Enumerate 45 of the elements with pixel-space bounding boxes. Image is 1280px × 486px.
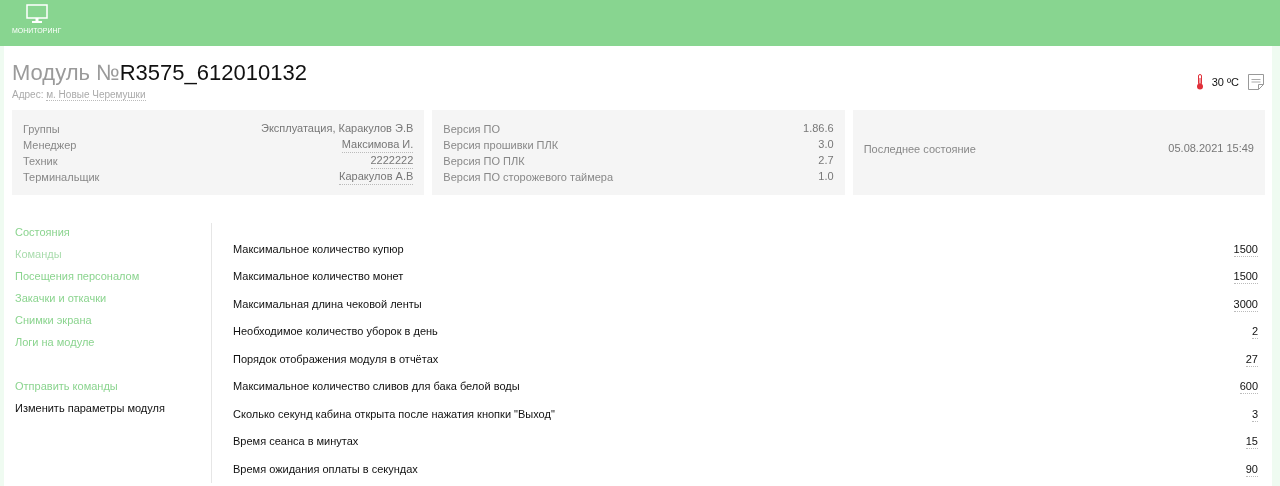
editable-value[interactable]: 2222222 bbox=[370, 153, 414, 169]
sidebar-item[interactable]: Изменить параметры модуля bbox=[15, 399, 165, 421]
module-number: R3575_612010132 bbox=[119, 60, 307, 85]
parameter-label: Максимальная длина чековой ленты bbox=[233, 296, 422, 312]
field-value: 2.7 bbox=[818, 153, 834, 168]
field-label: Последнее состояние bbox=[863, 141, 976, 157]
parameter-label: Максимальное количество купюр bbox=[233, 241, 404, 257]
field-label: Версия ПО ПЛК bbox=[443, 154, 525, 169]
parameter-label: Необходимое количество уборок в день bbox=[233, 324, 438, 339]
parameter-value[interactable]: 1500 bbox=[1233, 269, 1258, 284]
monitor-icon bbox=[25, 4, 48, 24]
field-value: 3.0 bbox=[818, 137, 834, 152]
temperature-reading: 30 ºC bbox=[1211, 76, 1239, 88]
parameter-value[interactable]: 27 bbox=[1245, 351, 1258, 367]
parameter-label: Порядок отображения модуля в отчётах bbox=[233, 351, 439, 367]
parameter-label: Сколько секунд кабина открыта после нажатия кнопки "Выход" bbox=[233, 406, 555, 422]
field-label: Техник bbox=[23, 154, 58, 169]
parameter-value[interactable]: 15 bbox=[1245, 434, 1258, 449]
parameter-label: Время ожидания оплаты в секундах bbox=[233, 461, 418, 477]
thermometer-icon bbox=[1195, 74, 1204, 90]
parameter-value[interactable]: 600 bbox=[1239, 379, 1258, 394]
field-value: 05.08.2021 15:49 bbox=[1168, 140, 1254, 156]
parameter-value[interactable]: 90 bbox=[1245, 461, 1258, 477]
field-value: Эксплуатация, Каракулов Э.В bbox=[261, 121, 414, 136]
editable-value[interactable]: Максимова И. bbox=[341, 137, 414, 153]
parameter-value[interactable]: 3 bbox=[1251, 406, 1258, 422]
parameter-value[interactable]: 2 bbox=[1251, 324, 1258, 339]
parameter-label: Максимальное количество сливов для бака белой воды bbox=[233, 379, 520, 394]
field-label: Менеджер bbox=[23, 138, 77, 153]
parameter-label: Время сеанса в минутах bbox=[233, 434, 359, 449]
parameter-value[interactable]: 1500 bbox=[1233, 241, 1258, 257]
note-icon[interactable] bbox=[1247, 73, 1265, 91]
parameter-label: Максимальное количество монет bbox=[233, 269, 404, 284]
address-link[interactable]: м. Новые Черемушки bbox=[46, 89, 146, 101]
field-value: 1.0 bbox=[818, 169, 834, 184]
field-value: 1.86.6 bbox=[803, 121, 834, 136]
parameter-value[interactable]: 3000 bbox=[1233, 296, 1258, 312]
title-label: Модуль № bbox=[12, 60, 120, 85]
field-label: Группы bbox=[23, 122, 60, 137]
field-label: Терминальщик bbox=[23, 170, 100, 185]
address-label: Адрес: bbox=[12, 89, 44, 100]
field-label: Версия ПО сторожевого таймера bbox=[443, 170, 614, 185]
field-label: Версия ПО bbox=[443, 122, 501, 137]
field-label: Версия прошивки ПЛК bbox=[443, 138, 559, 153]
editable-value[interactable]: Каракулов А.В bbox=[339, 169, 414, 185]
